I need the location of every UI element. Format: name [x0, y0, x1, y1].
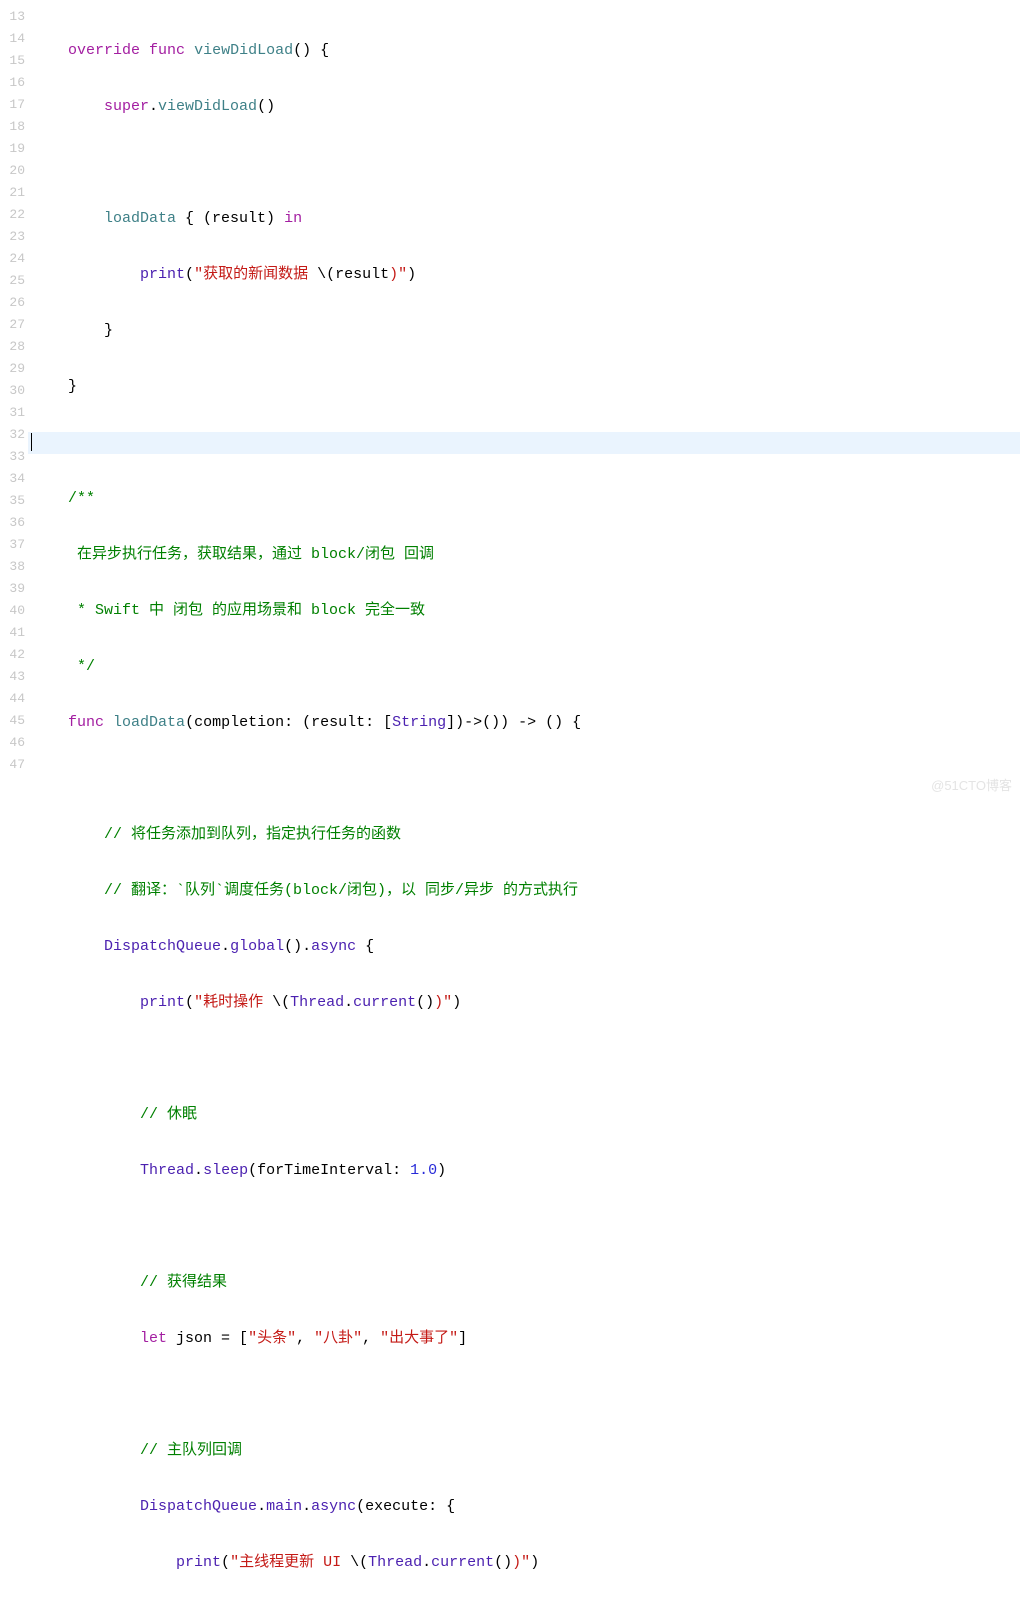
line-number: 38	[0, 556, 28, 578]
code-line-active[interactable]	[28, 432, 1020, 454]
line-number: 44	[0, 688, 28, 710]
line-number: 29	[0, 358, 28, 380]
code-line[interactable]	[28, 1384, 1020, 1406]
line-number: 37	[0, 534, 28, 556]
line-number: 25	[0, 270, 28, 292]
line-number: 42	[0, 644, 28, 666]
line-number: 33	[0, 446, 28, 468]
code-editor[interactable]: override func viewDidLoad() { super.view…	[28, 0, 1020, 800]
line-number: 41	[0, 622, 28, 644]
line-number: 18	[0, 116, 28, 138]
line-number: 27	[0, 314, 28, 336]
line-number: 47	[0, 754, 28, 776]
code-line[interactable]: // 将任务添加到队列，指定执行任务的函数	[28, 824, 1020, 846]
line-number: 14	[0, 28, 28, 50]
text-cursor	[31, 433, 32, 451]
line-number: 32	[0, 424, 28, 446]
line-number: 20	[0, 160, 28, 182]
code-line[interactable]: Thread.sleep(forTimeInterval: 1.0)	[28, 1160, 1020, 1182]
code-line[interactable]: print("获取的新闻数据 \(result)")	[28, 264, 1020, 286]
code-line[interactable]: }	[28, 376, 1020, 398]
line-number-gutter: 1314151617181920212223242526272829303132…	[0, 0, 28, 800]
code-line[interactable]: DispatchQueue.global().async {	[28, 936, 1020, 958]
code-line[interactable]: * Swift 中 闭包 的应用场景和 block 完全一致	[28, 600, 1020, 622]
code-line[interactable]: super.viewDidLoad()	[28, 96, 1020, 118]
line-number: 17	[0, 94, 28, 116]
code-line[interactable]: // 获得结果	[28, 1272, 1020, 1294]
line-number: 39	[0, 578, 28, 600]
code-line[interactable]: }	[28, 320, 1020, 342]
code-line[interactable]: // 休眠	[28, 1104, 1020, 1126]
line-number: 21	[0, 182, 28, 204]
line-number: 24	[0, 248, 28, 270]
line-number: 15	[0, 50, 28, 72]
line-number: 22	[0, 204, 28, 226]
line-number: 35	[0, 490, 28, 512]
code-line[interactable]: */	[28, 656, 1020, 678]
code-line[interactable]: override func viewDidLoad() {	[28, 40, 1020, 62]
code-line[interactable]: DispatchQueue.main.async(execute: {	[28, 1496, 1020, 1518]
line-number: 43	[0, 666, 28, 688]
line-number: 16	[0, 72, 28, 94]
code-line[interactable]: /**	[28, 488, 1020, 510]
line-number: 45	[0, 710, 28, 732]
line-number: 13	[0, 6, 28, 28]
line-number: 46	[0, 732, 28, 754]
code-line[interactable]: loadData { (result) in	[28, 208, 1020, 230]
code-line[interactable]	[28, 1048, 1020, 1070]
line-number: 30	[0, 380, 28, 402]
line-number: 36	[0, 512, 28, 534]
code-line[interactable]	[28, 1216, 1020, 1238]
code-line[interactable]: func loadData(completion: (result: [Stri…	[28, 712, 1020, 734]
code-line[interactable]: let json = ["头条", "八卦", "出大事了"]	[28, 1328, 1020, 1350]
line-number: 19	[0, 138, 28, 160]
line-number: 31	[0, 402, 28, 424]
line-number: 40	[0, 600, 28, 622]
line-number: 26	[0, 292, 28, 314]
line-number: 34	[0, 468, 28, 490]
line-number: 23	[0, 226, 28, 248]
code-line[interactable]: // 翻译：`队列`调度任务(block/闭包)，以 同步/异步 的方式执行	[28, 880, 1020, 902]
code-line[interactable]	[28, 152, 1020, 174]
code-line[interactable]: 在异步执行任务，获取结果，通过 block/闭包 回调	[28, 544, 1020, 566]
line-number: 28	[0, 336, 28, 358]
code-line[interactable]: print("耗时操作 \(Thread.current())")	[28, 992, 1020, 1014]
code-line[interactable]: // 主队列回调	[28, 1440, 1020, 1462]
code-line[interactable]: print("主线程更新 UI \(Thread.current())")	[28, 1552, 1020, 1574]
code-line[interactable]	[28, 768, 1020, 790]
